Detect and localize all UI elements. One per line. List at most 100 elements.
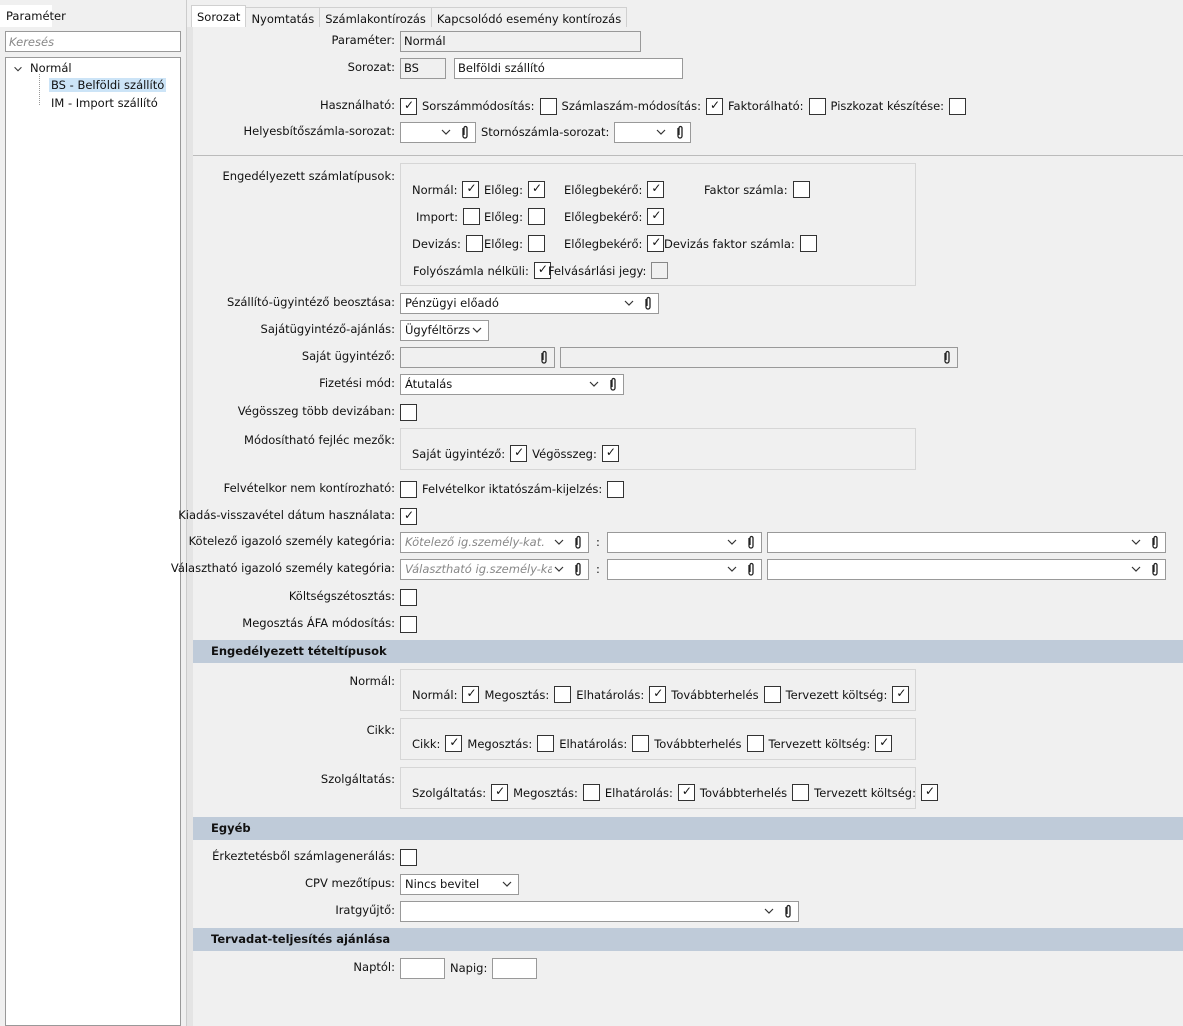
chevron-down-icon[interactable] — [762, 906, 776, 916]
devizas-label: Devizás: — [412, 236, 461, 251]
chevron-down-icon[interactable] — [500, 879, 514, 889]
chevron-down-icon[interactable] — [1129, 564, 1143, 574]
naptol-input[interactable] — [400, 957, 445, 979]
mod-sajat-checkbox[interactable] — [510, 445, 528, 462]
import-checkbox[interactable] — [463, 208, 481, 225]
vegosszeg-checkbox[interactable] — [400, 403, 417, 421]
paperclip-icon[interactable] — [607, 377, 619, 391]
item-checkbox[interactable] — [920, 784, 938, 801]
chevron-down-icon[interactable] — [725, 564, 739, 574]
sorszam-checkbox[interactable] — [539, 97, 557, 115]
item-label: Szolgáltatás: — [412, 785, 487, 800]
normal-eloleg-checkbox[interactable] — [527, 181, 545, 198]
fizetesi-combo[interactable]: Átutalás — [400, 373, 624, 395]
import-bekero-checkbox[interactable] — [647, 208, 665, 225]
item-checkbox[interactable] — [632, 735, 650, 752]
item-checkbox[interactable] — [792, 784, 810, 801]
item-checkbox[interactable] — [554, 686, 572, 703]
tab-szamlakontirozas[interactable]: Számlakontírozás — [319, 7, 432, 28]
chevron-down-icon[interactable] — [470, 325, 484, 335]
paperclip-icon[interactable] — [1149, 535, 1161, 549]
chevron-down-icon[interactable] — [622, 298, 636, 308]
kotelezo-combo-3[interactable] — [766, 531, 1166, 553]
iratgyujto-combo[interactable] — [400, 900, 799, 922]
search-input[interactable]: Keresés — [5, 31, 181, 52]
paperclip-icon — [538, 350, 550, 364]
normal-checkbox[interactable] — [462, 181, 480, 198]
paperclip-icon[interactable] — [745, 535, 757, 549]
paperclip-icon[interactable] — [745, 562, 757, 576]
devizas-eloleg-checkbox[interactable] — [527, 235, 545, 252]
item-label: Megosztás: — [513, 785, 578, 800]
tab-parameter[interactable]: Paraméter — [0, 5, 66, 27]
divider — [193, 155, 1183, 156]
item-checkbox[interactable] — [892, 686, 910, 703]
kiadas-checkbox[interactable] — [400, 507, 417, 525]
paperclip-icon[interactable] — [674, 125, 686, 139]
item-checkbox[interactable] — [746, 735, 764, 752]
beosztas-combo[interactable]: Pénzügyi előadó — [400, 292, 659, 314]
paperclip-icon[interactable] — [572, 562, 584, 576]
cpv-combo[interactable]: Nincs bevitel — [400, 873, 519, 895]
chevron-down-icon[interactable] — [552, 537, 566, 547]
paperclip-icon[interactable] — [459, 125, 471, 139]
item-checkbox[interactable] — [445, 735, 463, 752]
erkeztetes-checkbox[interactable] — [400, 848, 417, 866]
paperclip-icon[interactable] — [782, 904, 794, 918]
chevron-down-icon[interactable] — [552, 564, 566, 574]
normal-label: Normál: — [412, 182, 458, 197]
sorozat-label: Sorozat: — [347, 60, 395, 74]
megosztas-afa-checkbox[interactable] — [400, 615, 417, 633]
szamlaszam-checkbox[interactable] — [705, 97, 723, 115]
chevron-down-icon[interactable] — [654, 127, 668, 137]
item-checkbox[interactable] — [537, 735, 555, 752]
import-eloleg-checkbox[interactable] — [527, 208, 545, 225]
item-checkbox[interactable] — [677, 784, 695, 801]
sorozat-name-field[interactable]: Belföldi szállító — [454, 57, 683, 79]
piszkozat-checkbox[interactable] — [949, 97, 967, 115]
item-checkbox[interactable] — [763, 686, 781, 703]
devizas-faktor-checkbox[interactable] — [799, 235, 817, 252]
kotelezo-combo-2[interactable] — [606, 531, 762, 553]
tree-line — [39, 74, 40, 105]
iktato-checkbox[interactable] — [607, 480, 625, 498]
form-content: Paraméter: Normál Sorozat: BS Belföldi s… — [171, 27, 1183, 1026]
kotelezo-combo[interactable]: Kötelező ig.személy-kat. — [400, 531, 589, 553]
item-checkbox[interactable] — [649, 686, 667, 703]
devizas-checkbox[interactable] — [465, 235, 483, 252]
valaszthato-combo[interactable]: Választható ig.személy-kat. — [400, 558, 589, 580]
faktor-szamla-label: Faktor számla: — [704, 182, 788, 197]
ajanlas-combo[interactable]: Ügyféltörzs — [400, 319, 489, 341]
devizas-bekero-checkbox[interactable] — [647, 235, 665, 252]
tab-sorozat[interactable]: Sorozat — [191, 5, 247, 28]
felvetel-checkbox[interactable] — [400, 480, 417, 498]
chevron-down-icon[interactable] — [1129, 537, 1143, 547]
chevron-down-icon[interactable] — [12, 64, 24, 74]
faktor-szamla-checkbox[interactable] — [792, 181, 810, 198]
faktoralhato-checkbox[interactable] — [808, 97, 826, 115]
valaszthato-combo-3[interactable] — [766, 558, 1166, 580]
storno-combo[interactable] — [614, 121, 692, 143]
valaszthato-combo-2[interactable] — [606, 558, 762, 580]
chevron-down-icon[interactable] — [725, 537, 739, 547]
paperclip-icon[interactable] — [642, 296, 654, 310]
tree-node-normal[interactable]: Normál — [30, 61, 72, 75]
item-checkbox[interactable] — [582, 784, 600, 801]
tree-node-bs[interactable]: BS - Belföldi szállító — [49, 78, 167, 92]
mod-vegosszeg-checkbox[interactable] — [601, 445, 619, 462]
normal-bekero-checkbox[interactable] — [647, 181, 665, 198]
helyesbito-combo[interactable] — [400, 121, 476, 143]
chevron-down-icon[interactable] — [587, 379, 601, 389]
item-checkbox[interactable] — [462, 686, 480, 703]
tree-node-im[interactable]: IM - Import szállító — [49, 96, 160, 110]
item-checkbox[interactable] — [875, 735, 893, 752]
napig-input[interactable] — [492, 957, 538, 979]
item-checkbox[interactable] — [491, 784, 509, 801]
koltseg-checkbox[interactable] — [400, 588, 417, 606]
chevron-down-icon[interactable] — [439, 127, 453, 137]
paperclip-icon[interactable] — [1149, 562, 1161, 576]
hasznalhato-checkbox[interactable] — [400, 97, 417, 115]
tab-nyomtatas[interactable]: Nyomtatás — [245, 7, 321, 28]
tab-kapcsolodo[interactable]: Kapcsolódó esemény kontírozás — [430, 7, 628, 28]
paperclip-icon[interactable] — [572, 535, 584, 549]
